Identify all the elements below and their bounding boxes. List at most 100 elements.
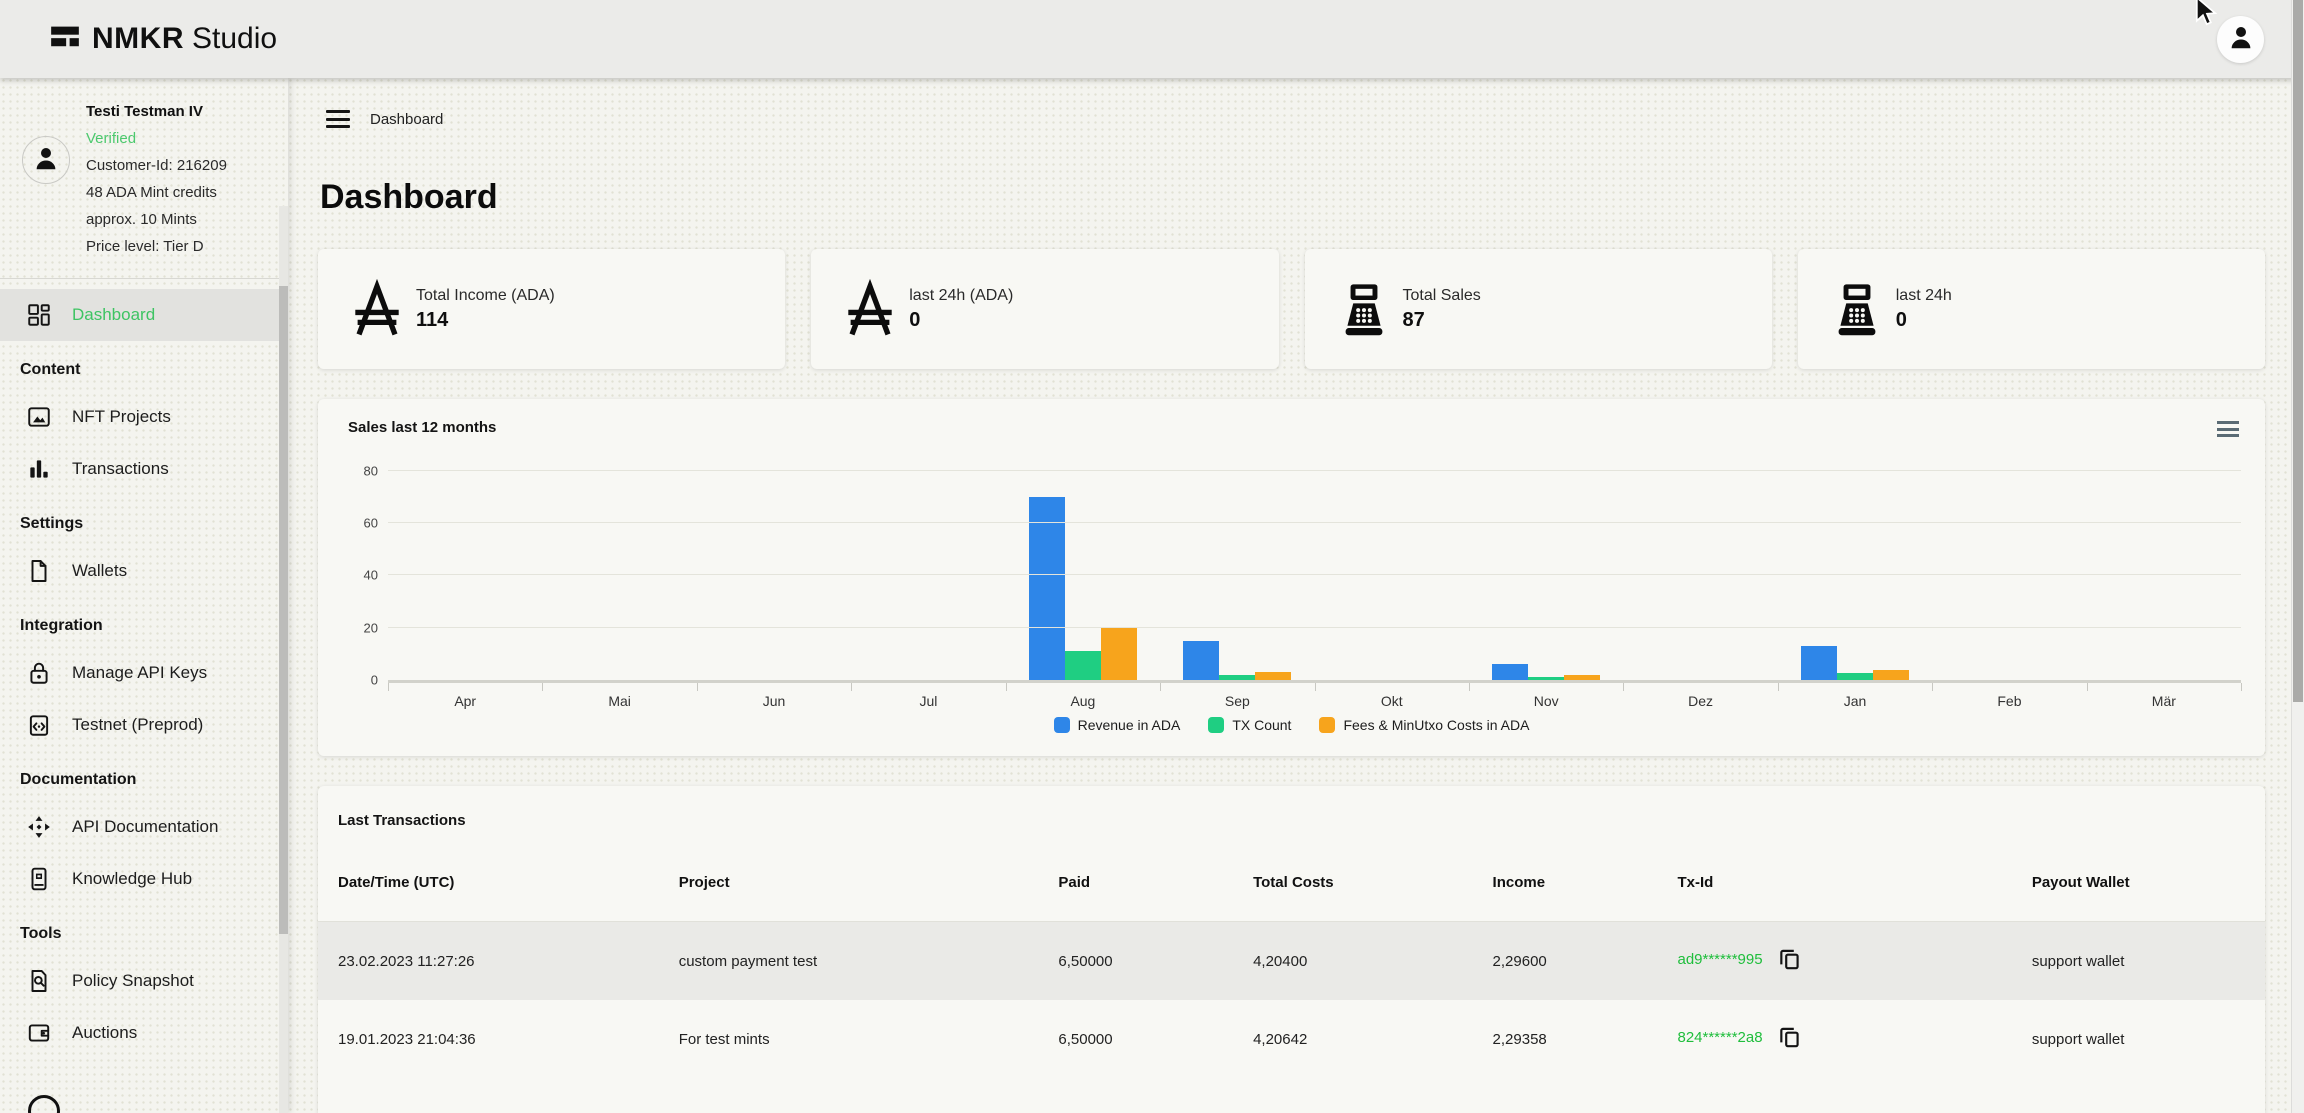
wallets-icon (26, 558, 52, 584)
sidebar-section-heading-content: Content (0, 341, 288, 391)
bar-fees-minutxo-costs-in-ada (1564, 675, 1600, 680)
cell-project: For test mints (659, 1031, 1039, 1048)
bar-group-nov (1469, 450, 1623, 680)
cell-income: 2,29600 (1473, 953, 1658, 970)
main-content: Dashboard Dashboard Total Income (ADA) 1… (288, 78, 2292, 1113)
page-title: Dashboard (320, 178, 2265, 217)
sidebar-item-label: Policy Snapshot (72, 971, 194, 991)
chart-x-ticks (388, 683, 2241, 691)
legend-item-tx-count[interactable]: TX Count (1208, 717, 1291, 733)
api-docs-arrows-icon (26, 814, 52, 840)
sidebar-item-nft-projects[interactable]: NFT Projects (0, 391, 288, 443)
menu-toggle-button[interactable] (326, 110, 350, 128)
x-axis-label: Jul (851, 693, 1005, 709)
api-keys-lock-icon (26, 660, 52, 686)
chart-months-row: AprMaiJunJulAugSepOktNovDezJanFebMär (388, 693, 2241, 709)
x-axis-tick (1315, 683, 1316, 691)
cell-payout-wallet: support wallet (2012, 1031, 2265, 1048)
knowledge-hub-icon (26, 866, 52, 892)
policy-snapshot-icon (26, 968, 52, 994)
customer-id: Customer-Id: 216209 (86, 152, 227, 179)
sidebar-section-heading-settings: Settings (0, 495, 288, 545)
chart-plot (388, 450, 2241, 683)
table-header-row: Date/Time (UTC) Project Paid Total Costs… (318, 843, 2265, 922)
gridline (388, 470, 2241, 471)
nmkr-logo[interactable]: NMKR Studio (50, 22, 277, 57)
sidebar-item-label: NFT Projects (72, 407, 171, 427)
sidebar-scrollbar-thumb[interactable] (279, 286, 288, 934)
x-axis-label: Dez (1623, 693, 1777, 709)
gridline (388, 522, 2241, 523)
mouse-cursor (2192, 0, 2222, 33)
stat-value: 0 (1896, 309, 1952, 332)
sidebar-item-api-documentation[interactable]: API Documentation (0, 801, 288, 853)
copy-icon[interactable] (1777, 946, 1803, 976)
sidebar-item-dashboard[interactable]: Dashboard (0, 289, 288, 341)
legend-marker (1319, 717, 1335, 733)
column-header: Paid (1038, 874, 1233, 891)
sidebar-item-label: Auctions (72, 1023, 137, 1043)
sidebar-item-auctions[interactable]: Auctions (0, 1007, 288, 1059)
sidebar: Testi Testman IV Verified Customer-Id: 2… (0, 78, 288, 1113)
cell-datetime: 19.01.2023 21:04:36 (318, 1031, 659, 1048)
y-axis-tick-label: 60 (364, 516, 378, 531)
x-axis-tick (2241, 683, 2242, 691)
person-icon (2226, 22, 2256, 57)
chart-title: Sales last 12 months (342, 419, 2241, 436)
txid-link[interactable]: 824******2a8 (1677, 1029, 1762, 1046)
chart-slots (388, 450, 2241, 680)
x-axis-tick (697, 683, 698, 691)
dashboard-icon (26, 302, 52, 328)
legend-item-revenue-in-ada[interactable]: Revenue in ADA (1054, 717, 1181, 733)
chart-menu-button[interactable] (2217, 421, 2239, 437)
page-scrollbar-thumb[interactable] (2293, 0, 2303, 702)
page-scrollbar (2291, 0, 2304, 1113)
x-axis-tick (2087, 683, 2088, 691)
sidebar-item-policy-snapshot[interactable]: Policy Snapshot (0, 955, 288, 1007)
breadcrumb-label: Dashboard (370, 111, 443, 128)
legend-marker (1054, 717, 1070, 733)
sidebar-item-manage-api-keys[interactable]: Manage API Keys (0, 647, 288, 699)
user-avatar-button[interactable] (2217, 16, 2264, 63)
bar-fees-minutxo-costs-in-ada (1873, 670, 1909, 680)
txid-link[interactable]: ad9******995 (1677, 951, 1762, 968)
legend-label: TX Count (1232, 717, 1291, 733)
x-axis-tick (1469, 683, 1470, 691)
bar-group-mai (542, 450, 696, 680)
brand-suffix: Studio (192, 22, 277, 56)
price-level: Price level: Tier D (86, 233, 227, 260)
sidebar-item-testnet-preprod[interactable]: Testnet (Preprod) (0, 699, 288, 751)
stat-value: 0 (909, 309, 1013, 332)
x-axis-tick (388, 683, 389, 691)
x-axis-label: Mär (2087, 693, 2241, 709)
bar-fees-minutxo-costs-in-ada (1101, 628, 1137, 680)
x-axis-label: Feb (1932, 693, 2086, 709)
auctions-wallet-icon (26, 1020, 52, 1046)
column-header: Tx-Id (1657, 874, 2011, 891)
gridline (388, 627, 2241, 628)
x-axis-label: Okt (1315, 693, 1469, 709)
bar-group-feb (1932, 450, 2086, 680)
legend-item-fees-minutxo-costs-in-ada[interactable]: Fees & MinUtxo Costs in ADA (1319, 717, 1529, 733)
sidebar-item-knowledge-hub[interactable]: Knowledge Hub (0, 853, 288, 905)
sidebar-item-label: API Documentation (72, 817, 218, 837)
sidebar-item-transactions[interactable]: Transactions (0, 443, 288, 495)
legend-label: Revenue in ADA (1078, 717, 1181, 733)
x-axis-label: Aug (1006, 693, 1160, 709)
sidebar-item-wallets[interactable]: Wallets (0, 545, 288, 597)
column-header: Total Costs (1233, 874, 1472, 891)
legend-marker (1208, 717, 1224, 733)
sidebar-avatar (22, 136, 70, 184)
partial-sidebar-icon (28, 1095, 60, 1113)
bar-group-dez (1623, 450, 1777, 680)
x-axis-tick (851, 683, 852, 691)
cell-datetime: 23.02.2023 11:27:26 (318, 953, 659, 970)
sidebar-item-label: Testnet (Preprod) (72, 715, 203, 735)
cell-paid: 6,50000 (1038, 953, 1233, 970)
testnet-code-icon (26, 712, 52, 738)
app-window: NMKR Studio Testi Testman IV Verified Cu… (0, 0, 2304, 1113)
ada-symbol-icon (841, 278, 899, 340)
copy-icon[interactable] (1777, 1024, 1803, 1054)
stat-card-last24h-sales: last 24h 0 (1798, 249, 2265, 369)
stat-card-total-income: Total Income (ADA) 114 (318, 249, 785, 369)
